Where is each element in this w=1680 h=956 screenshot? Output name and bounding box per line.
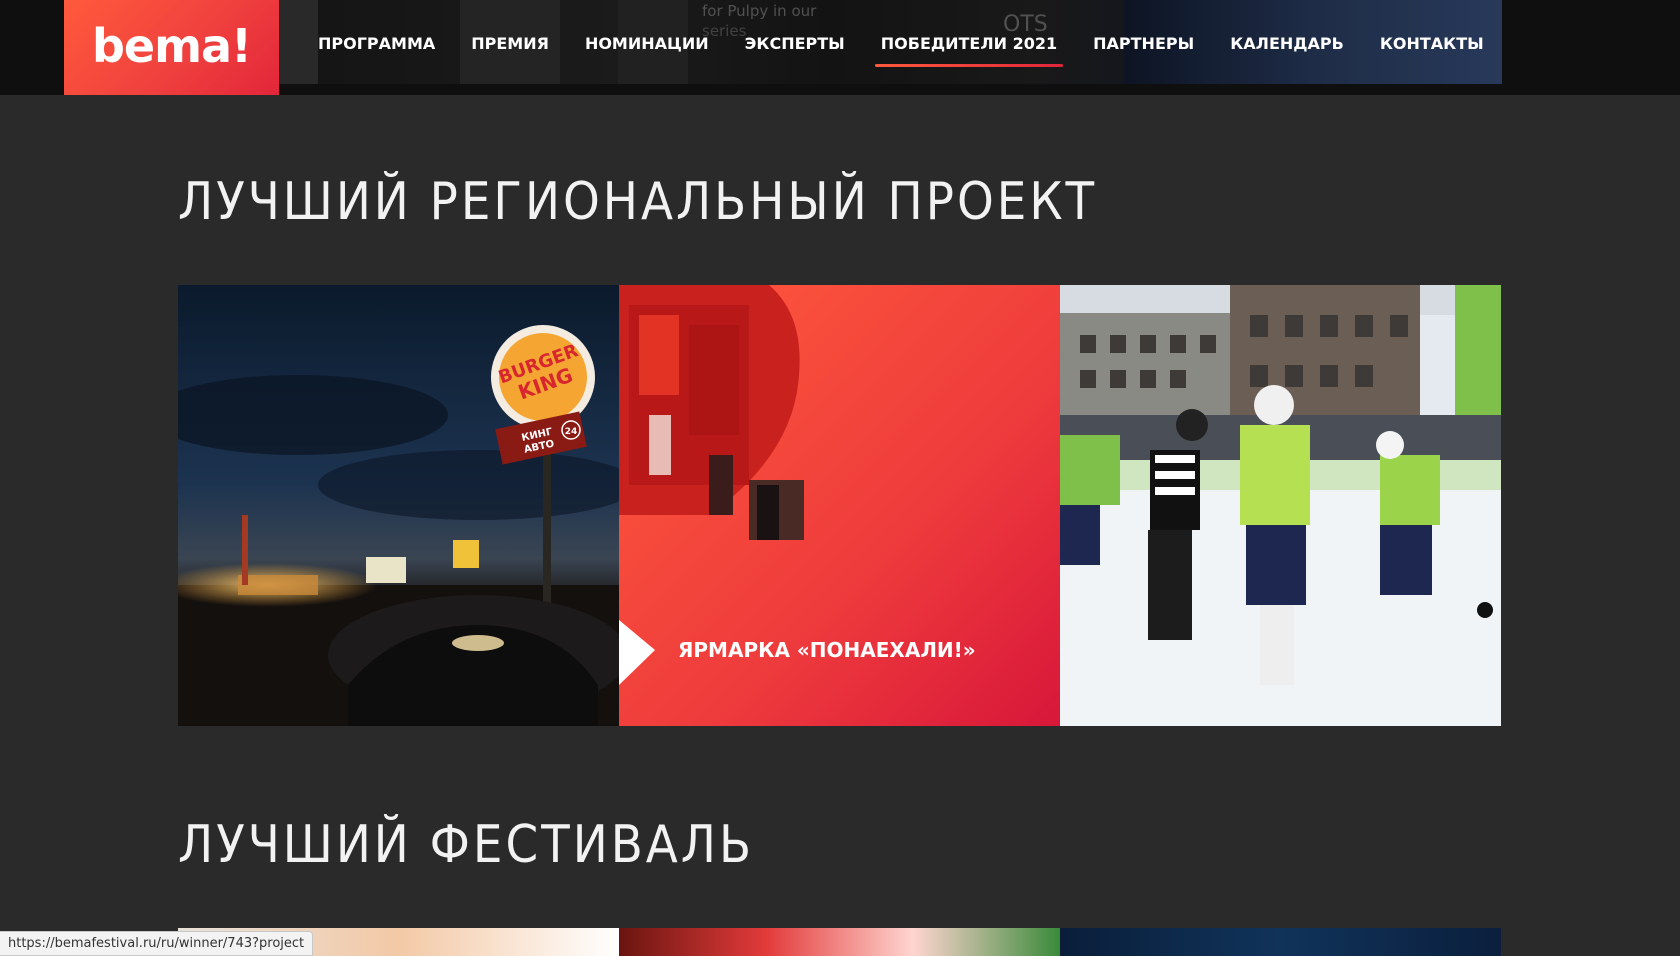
site-header: for Pulpy in our series OTS bema! ПРОГРА… — [0, 0, 1680, 95]
ponaekhali-fair-image: ЯРМАРКА «ПОНАЕХАЛИ!» — [619, 285, 1060, 726]
winner-card-burger-king[interactable]: BURGER KING КИНГ АВТО 24 — [178, 285, 619, 726]
ice-hockey-image — [1060, 285, 1501, 726]
main-nav: ПРОГРАММА ПРЕМИЯ НОМИНАЦИИ ЭКСПЕРТЫ ПОБЕ… — [300, 0, 1502, 95]
festival-card-2[interactable] — [619, 928, 1060, 956]
burger-king-night-image: BURGER KING КИНГ АВТО 24 — [178, 285, 619, 726]
nav-item-programma[interactable]: ПРОГРАММА — [300, 34, 453, 53]
nav-item-partnery[interactable]: ПАРТНЕРЫ — [1075, 34, 1212, 53]
nav-item-pobediteli-2021[interactable]: ПОБЕДИТЕЛИ 2021 — [863, 34, 1075, 67]
browser-status-url: https://bemafestival.ru/ru/winner/743?pr… — [0, 931, 314, 956]
winner-card-ponaekhali[interactable]: ЯРМАРКА «ПОНАЕХАЛИ!» — [619, 285, 1060, 726]
nav-item-eksperty[interactable]: ЭКСПЕРТЫ — [727, 34, 863, 53]
nav-item-premiya[interactable]: ПРЕМИЯ — [453, 34, 567, 53]
sign-text: 24 — [565, 427, 578, 437]
winner-card-hockey[interactable] — [1060, 285, 1501, 726]
nav-item-kontakty[interactable]: КОНТАКТЫ — [1362, 34, 1502, 53]
bema-logo[interactable]: bema! — [64, 0, 279, 95]
section-title-best-festival: ЛУЧШИЙ ФЕСТИВАЛЬ — [178, 815, 755, 875]
nav-item-nominatsii[interactable]: НОМИНАЦИИ — [567, 34, 727, 53]
nav-item-kalendar[interactable]: КАЛЕНДАРЬ — [1212, 34, 1362, 53]
festival-card-3[interactable] — [1060, 928, 1501, 956]
section-title-regional-project: ЛУЧШИЙ РЕГИОНАЛЬНЫЙ ПРОЕКТ — [178, 172, 1098, 232]
card-caption: ЯРМАРКА «ПОНАЕХАЛИ!» — [678, 638, 976, 662]
